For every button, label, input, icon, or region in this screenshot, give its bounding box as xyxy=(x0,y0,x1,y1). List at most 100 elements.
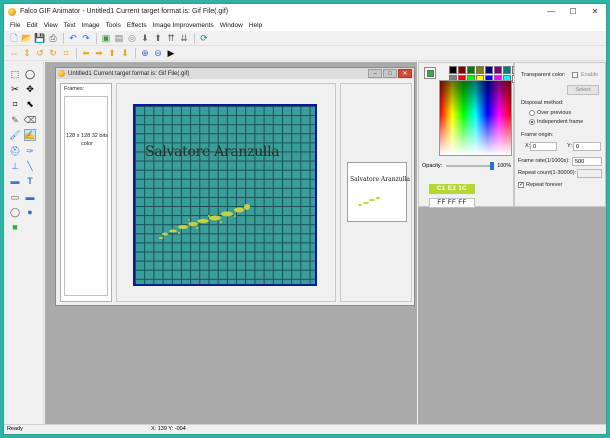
color-wheel-icon[interactable]: ◎ xyxy=(126,32,138,44)
brush-icon[interactable]: ✍ xyxy=(24,129,36,141)
independent-frame-radio[interactable] xyxy=(529,119,535,125)
eraser-icon[interactable]: ⌫ xyxy=(24,114,37,126)
rectangle-icon[interactable]: ▭ xyxy=(9,191,21,203)
lasso-icon[interactable]: ✂ xyxy=(9,83,21,95)
document-icon xyxy=(58,70,65,77)
selected-color xyxy=(427,70,434,77)
doc-close-button[interactable]: ✕ xyxy=(398,69,412,78)
menu-text[interactable]: Text xyxy=(61,22,79,29)
selected-color-swatch[interactable] xyxy=(424,67,436,79)
undo-icon[interactable]: ↶ xyxy=(67,32,79,44)
crop-tool-icon[interactable]: ⌗ xyxy=(9,98,21,110)
select-rect-icon[interactable]: ⬚ xyxy=(9,68,21,80)
rotate-right-icon[interactable]: ↻ xyxy=(47,47,59,59)
zoom-in-icon[interactable]: ⊕ xyxy=(139,47,151,59)
new-document-icon[interactable]: 🗋 xyxy=(8,32,20,44)
menu-edit[interactable]: Edit xyxy=(23,22,40,29)
insert-frame-icon[interactable]: ▣ xyxy=(100,32,112,44)
arrow-up-icon[interactable]: ⬆ xyxy=(106,47,118,59)
palette-swatch[interactable] xyxy=(503,66,511,74)
document-title-bar: Untitled1 Current target format is: Gif … xyxy=(56,68,414,79)
enable-transparency-checkbox[interactable] xyxy=(572,72,578,78)
palette-swatch[interactable] xyxy=(458,66,466,74)
select-ellipse-icon[interactable]: ◯ xyxy=(24,68,36,80)
spray-icon[interactable]: ⛑ xyxy=(9,145,21,157)
crop-icon[interactable]: ⌗ xyxy=(60,47,72,59)
flip-horizontal-icon[interactable]: ⇔ xyxy=(8,47,20,59)
print-icon[interactable]: ⎙ xyxy=(47,32,59,44)
maximize-button[interactable]: ☐ xyxy=(562,4,584,19)
over-previous-radio[interactable] xyxy=(529,110,535,116)
disposal-method-label: Disposal method: xyxy=(521,100,564,106)
y-label: Y: xyxy=(567,143,572,149)
zoom-out-icon[interactable]: ⊖ xyxy=(152,47,164,59)
menu-help[interactable]: Help xyxy=(246,22,265,29)
palette-swatch[interactable] xyxy=(485,66,493,74)
menu-image[interactable]: Image xyxy=(79,22,103,29)
repeat-count-field[interactable] xyxy=(577,169,602,178)
eyedropper-icon[interactable]: ✑ xyxy=(24,145,36,157)
stamp-icon[interactable]: ⊥ xyxy=(9,160,21,172)
arrow-left-icon[interactable]: ⬅ xyxy=(80,47,92,59)
filled-rectangle-icon[interactable]: ▬ xyxy=(24,191,36,203)
arrow-down-icon[interactable]: ⬇ xyxy=(119,47,131,59)
menu-image-improvements[interactable]: Image Improvements xyxy=(150,22,217,29)
move-icon[interactable]: ✥ xyxy=(24,83,36,95)
tools-panel: ⬚ ◯ ✂ ✥ ⌗ ⬉ ✎ ⌫ 🖌 ✍ ⛑ ✑ ⊥ ╲ ▬ T ▭ ▬ ◯ ● … xyxy=(4,62,44,424)
menu-view[interactable]: View xyxy=(41,22,61,29)
redo-icon[interactable]: ↷ xyxy=(80,32,92,44)
select-color-button[interactable]: Select xyxy=(567,85,599,95)
cursor-coordinates: X: 139 Y: -004 xyxy=(151,426,186,432)
doc-minimize-button[interactable]: – xyxy=(368,69,382,78)
palette-swatch[interactable] xyxy=(449,66,457,74)
filled-ellipse-icon[interactable]: ● xyxy=(24,206,36,218)
rotate-left-icon[interactable]: ↺ xyxy=(34,47,46,59)
repeat-forever-checkbox[interactable] xyxy=(518,181,524,188)
frame-rate-field[interactable]: 500 xyxy=(572,157,602,166)
line-icon[interactable]: ╲ xyxy=(24,160,36,172)
close-button[interactable]: ✕ xyxy=(584,4,606,19)
open-folder-icon[interactable]: 📂 xyxy=(21,32,33,44)
ellipse-icon[interactable]: ◯ xyxy=(9,206,21,218)
pencil-icon[interactable]: ✎ xyxy=(9,114,21,126)
menu-effects[interactable]: Effects xyxy=(124,22,150,29)
pointer-icon[interactable]: ⬉ xyxy=(24,98,36,110)
doc-maximize-button[interactable]: □ xyxy=(383,69,397,78)
save-icon[interactable]: 💾 xyxy=(34,32,46,44)
gif-canvas[interactable]: Salvatore Aranzulla xyxy=(133,104,317,286)
transform-toolbar: ⇔ ⇕ ↺ ↻ ⌗ ⬅ ➡ ⬆ ⬇ ⊕ ⊖ ▶ xyxy=(4,46,606,61)
flip-vertical-icon[interactable]: ⇕ xyxy=(21,47,33,59)
text-icon[interactable]: T xyxy=(24,175,36,187)
fill-icon[interactable]: 🖌 xyxy=(9,129,21,141)
document-title: Untitled1 Current target format is: Gif … xyxy=(68,70,190,77)
play-icon[interactable]: ▶ xyxy=(165,47,177,59)
delete-frame-icon[interactable]: ▤ xyxy=(113,32,125,44)
color-spectrum[interactable] xyxy=(439,80,512,156)
transparent-color-label: Transparent color: xyxy=(521,72,566,78)
origin-x-field[interactable]: 0 xyxy=(530,142,557,151)
menu-tools[interactable]: Tools xyxy=(103,22,124,29)
palette-swatch[interactable] xyxy=(467,66,475,74)
app-window: Falco GIF Animator - Untitled1 Current t… xyxy=(3,3,607,435)
palette-swatch[interactable] xyxy=(494,66,502,74)
palette-swatch[interactable] xyxy=(476,66,484,74)
arrow-right-icon[interactable]: ➡ xyxy=(93,47,105,59)
move-down-double-icon[interactable]: ⇊ xyxy=(178,32,190,44)
frame-thumbnail[interactable]: 128 x 128 32 bits color xyxy=(64,96,108,296)
filled-square-icon[interactable]: ■ xyxy=(9,221,21,233)
clone-icon[interactable]: ▬ xyxy=(9,175,21,187)
opacity-slider[interactable] xyxy=(446,162,495,170)
menu-window[interactable]: Window xyxy=(217,22,246,29)
move-down-icon[interactable]: ⬇ xyxy=(139,32,151,44)
menu-file[interactable]: File xyxy=(7,22,23,29)
move-up-double-icon[interactable]: ⇈ xyxy=(165,32,177,44)
move-up-icon[interactable]: ⬆ xyxy=(152,32,164,44)
minimize-button[interactable]: — xyxy=(540,4,562,19)
primary-hex-field[interactable]: C1 E3 1C xyxy=(429,184,475,194)
opacity-slider-thumb[interactable] xyxy=(490,162,495,170)
toolbar-divider xyxy=(63,32,64,44)
refresh-icon[interactable]: ⟳ xyxy=(198,32,210,44)
frame-rate-label: Frame rate(1/1000s): xyxy=(518,158,570,164)
secondary-hex-field[interactable]: FF FF FF xyxy=(429,198,475,208)
origin-y-field[interactable]: 0 xyxy=(573,142,601,151)
